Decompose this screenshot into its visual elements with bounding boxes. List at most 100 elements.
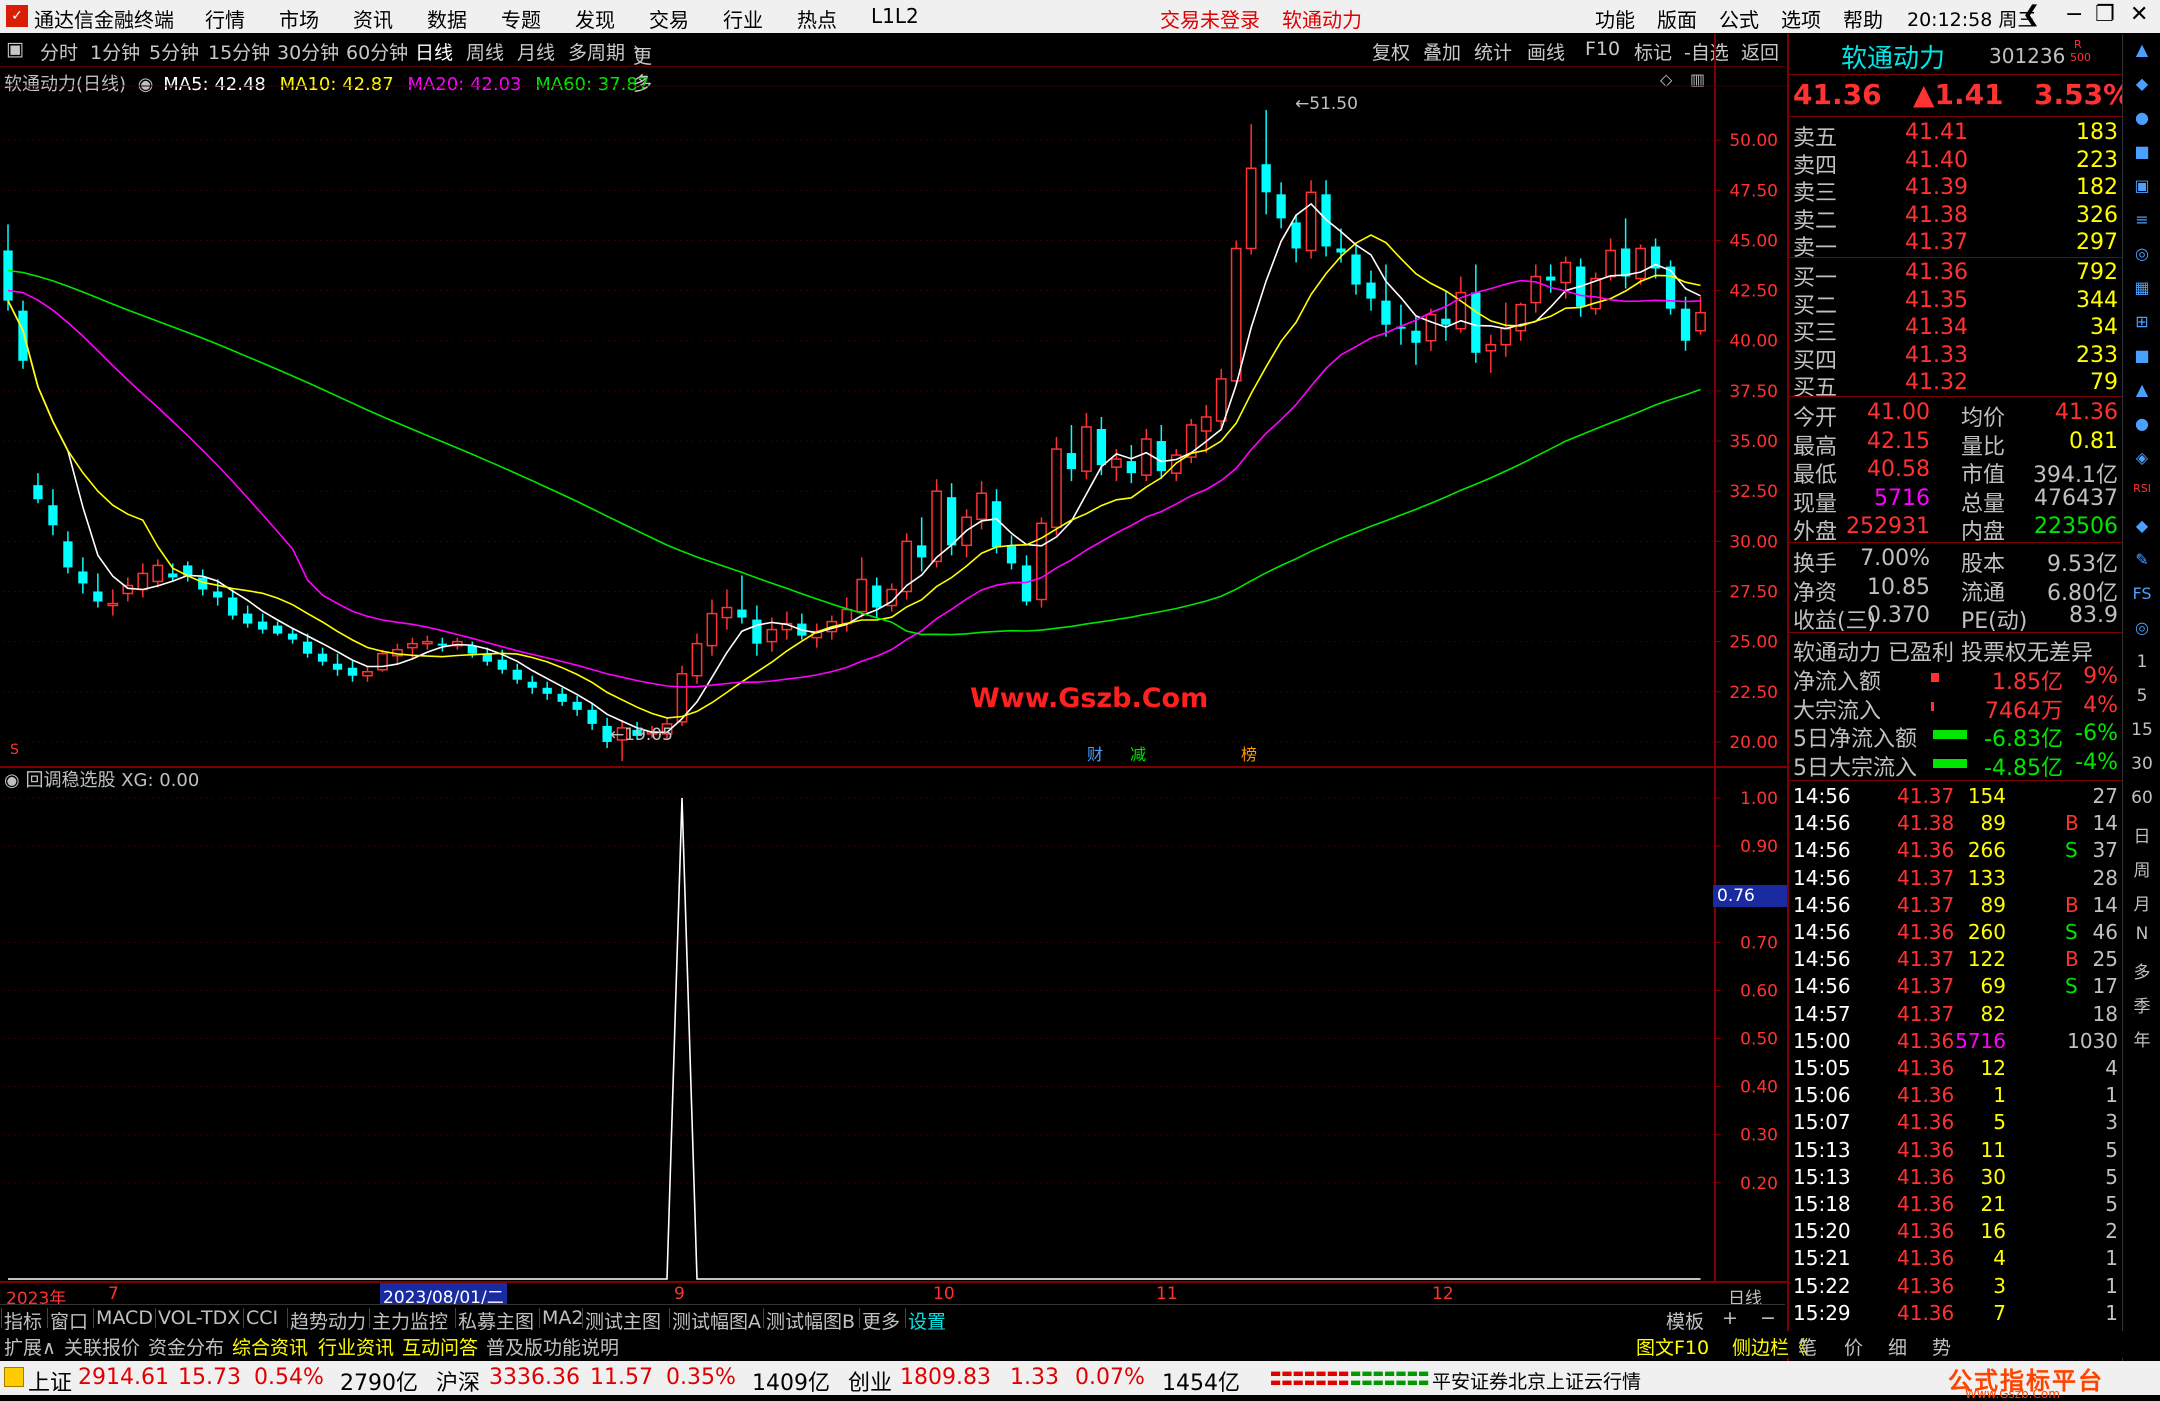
strip-tool-icon[interactable]: ■ <box>2131 142 2153 161</box>
strip-tool-icon[interactable]: ◎ <box>2131 244 2153 263</box>
info-tab[interactable]: 侧边栏《 <box>1732 1333 1808 1360</box>
indicator-tab[interactable]: + <box>1722 1307 1738 1329</box>
menu-item-shuju[interactable]: 数据 <box>427 4 467 33</box>
menu-item-l1l2[interactable]: L1L2 <box>871 4 919 33</box>
menu-item-zhuanti[interactable]: 专题 <box>501 4 541 33</box>
strip-tool-icon[interactable]: 15 <box>2131 720 2153 740</box>
indicator-tab[interactable]: 趋势动力 <box>290 1307 366 1334</box>
ask-row[interactable]: 卖一 41.37 297 <box>1793 230 2118 261</box>
strip-tool-icon[interactable]: 周 <box>2131 856 2153 881</box>
indicator-tab[interactable]: 测试幅图B <box>766 1307 855 1334</box>
strip-tool-icon[interactable]: ⊞ <box>2131 312 2153 331</box>
menu-item-redian[interactable]: 热点 <box>797 4 837 33</box>
strip-tool-icon[interactable]: FS <box>2131 584 2153 603</box>
indicator-tab[interactable]: 测试幅图A <box>672 1307 761 1334</box>
indicator-tab[interactable]: MACD <box>96 1307 153 1329</box>
bid-row[interactable]: 买三 41.34 34 <box>1793 315 2118 346</box>
strip-tool-icon[interactable]: 多 <box>2131 958 2153 983</box>
strip-tool-icon[interactable]: ◈ <box>2131 448 2153 467</box>
indicator-info-icon[interactable]: ◉ <box>4 770 20 791</box>
info-tab[interactable]: 行业资讯 <box>318 1333 394 1360</box>
marker-cai[interactable]: 财 <box>1087 741 1103 765</box>
info-tab[interactable]: 综合资讯 <box>232 1333 308 1360</box>
strip-tool-icon[interactable]: 月 <box>2131 890 2153 915</box>
menu-item-hangqing[interactable]: 行情 <box>205 4 245 33</box>
marker-bang[interactable]: 榜 <box>1241 741 1257 765</box>
info-tab[interactable]: 价 <box>1844 1333 1863 1360</box>
strip-tool-icon[interactable]: ◆ <box>2131 74 2153 93</box>
strip-tool-icon[interactable]: N <box>2131 924 2153 944</box>
strip-tool-icon[interactable]: ▲ <box>2131 380 2153 399</box>
menu-item-hangye[interactable]: 行业 <box>723 4 763 33</box>
ask-row[interactable]: 卖四 41.40 223 <box>1793 148 2118 179</box>
strip-tool-icon[interactable]: 60 <box>2131 788 2153 808</box>
indicator-tab[interactable]: 窗口 <box>50 1307 88 1334</box>
indicator-tab[interactable]: 指标 <box>4 1307 42 1334</box>
strip-tool-icon[interactable]: 年 <box>2131 1026 2153 1051</box>
menu-item-xuanxiang[interactable]: 选项 <box>1781 4 1821 33</box>
indicator-tab[interactable]: VOL-TDX <box>158 1307 240 1329</box>
ask-row[interactable]: 卖二 41.38 326 <box>1793 203 2118 234</box>
marker-jian[interactable]: 减 <box>1130 741 1146 765</box>
ask-row[interactable]: 卖三 41.39 182 <box>1793 175 2118 206</box>
strip-tool-icon[interactable]: RSI <box>2131 482 2153 495</box>
strip-tool-icon[interactable]: ≡ <box>2131 210 2153 229</box>
strip-tool-icon[interactable]: 日 <box>2131 822 2153 847</box>
strip-tool-icon[interactable]: ▣ <box>2131 176 2153 195</box>
back-icon[interactable]: ❮ <box>2022 2 2040 27</box>
indicator-tab[interactable]: 测试主图 <box>585 1307 661 1334</box>
indicator-tab[interactable]: CCI <box>246 1307 278 1329</box>
bid-row[interactable]: 买四 41.33 233 <box>1793 343 2118 374</box>
strip-tool-icon[interactable]: ◆ <box>2131 516 2153 535</box>
strip-tool-icon[interactable]: ▦ <box>2131 278 2153 297</box>
strip-tool-icon[interactable]: ◎ <box>2131 618 2153 637</box>
menu-item-banmian[interactable]: 版面 <box>1657 4 1697 33</box>
bid-row[interactable]: 买五 41.32 79 <box>1793 370 2118 401</box>
indicator-tab[interactable]: 设置 <box>908 1307 946 1334</box>
strip-tool-icon[interactable]: 季 <box>2131 992 2153 1017</box>
menu-item-gongneng[interactable]: 功能 <box>1595 4 1635 33</box>
menu-item-jiaoyi[interactable]: 交易 <box>649 4 689 33</box>
index-toggle-icon[interactable] <box>4 1367 24 1387</box>
sh-index-label[interactable]: 上证 <box>28 1365 72 1397</box>
strip-tool-icon[interactable]: ✎ <box>2131 550 2153 569</box>
info-tab[interactable]: 关联报价 <box>64 1333 140 1360</box>
strip-tool-icon[interactable]: ● <box>2131 414 2153 433</box>
bid-row[interactable]: 买一 41.36 792 <box>1793 260 2118 291</box>
minimize-icon[interactable]: − <box>2065 2 2083 27</box>
kline-chart[interactable]: 20.00 22.50 25.00 27.50 30.00 32.50 35.00 37.50… <box>0 34 1787 1304</box>
menu-item-gongshi[interactable]: 公式 <box>1719 4 1759 33</box>
login-status-text[interactable]: 交易未登录 <box>1160 4 1260 33</box>
strip-tool-icon[interactable]: 30 <box>2131 754 2153 774</box>
info-tab[interactable]: 势 <box>1932 1333 1951 1360</box>
strip-tool-icon[interactable]: ▲ <box>2131 40 2153 59</box>
strip-tool-icon[interactable]: ● <box>2131 108 2153 127</box>
menu-item-zixun[interactable]: 资讯 <box>353 4 393 33</box>
menu-item-faxian[interactable]: 发现 <box>575 4 615 33</box>
strip-tool-icon[interactable]: 5 <box>2131 686 2153 706</box>
close-icon[interactable]: ✕ <box>2130 2 2148 27</box>
indicator-tab[interactable]: 模板 <box>1666 1307 1704 1334</box>
indicator-tab[interactable]: 更多 <box>862 1307 900 1334</box>
indicator-tab[interactable]: MA2 <box>542 1307 583 1329</box>
menu-item-bangzhu[interactable]: 帮助 <box>1843 4 1883 33</box>
info-tab[interactable]: 笔 <box>1798 1333 1817 1360</box>
indicator-tab[interactable]: − <box>1760 1307 1776 1329</box>
info-tab[interactable]: 图文F10 <box>1636 1333 1709 1360</box>
hs-index-label[interactable]: 沪深 <box>436 1365 480 1397</box>
strip-tool-icon[interactable]: 1 <box>2131 652 2153 672</box>
ask-row[interactable]: 卖五 41.41 183 <box>1793 120 2118 151</box>
cy-index-label[interactable]: 创业 <box>848 1365 892 1397</box>
restore-icon[interactable]: ❐ <box>2095 2 2115 27</box>
info-tab[interactable]: 互动问答 <box>402 1333 478 1360</box>
menu-item-shichang[interactable]: 市场 <box>279 4 319 33</box>
indicator-tab[interactable]: 主力监控 <box>372 1307 448 1334</box>
info-tab[interactable]: 扩展∧ <box>4 1333 56 1360</box>
strip-tool-icon[interactable]: ■ <box>2131 346 2153 365</box>
info-tab[interactable]: 普及版功能说明 <box>486 1333 619 1360</box>
bid-row[interactable]: 买二 41.35 344 <box>1793 288 2118 319</box>
tick-volume: 89 <box>1980 892 2006 917</box>
info-tab[interactable]: 细 <box>1888 1333 1907 1360</box>
indicator-tab[interactable]: 私募主图 <box>458 1307 534 1334</box>
info-tab[interactable]: 资金分布 <box>148 1333 224 1360</box>
